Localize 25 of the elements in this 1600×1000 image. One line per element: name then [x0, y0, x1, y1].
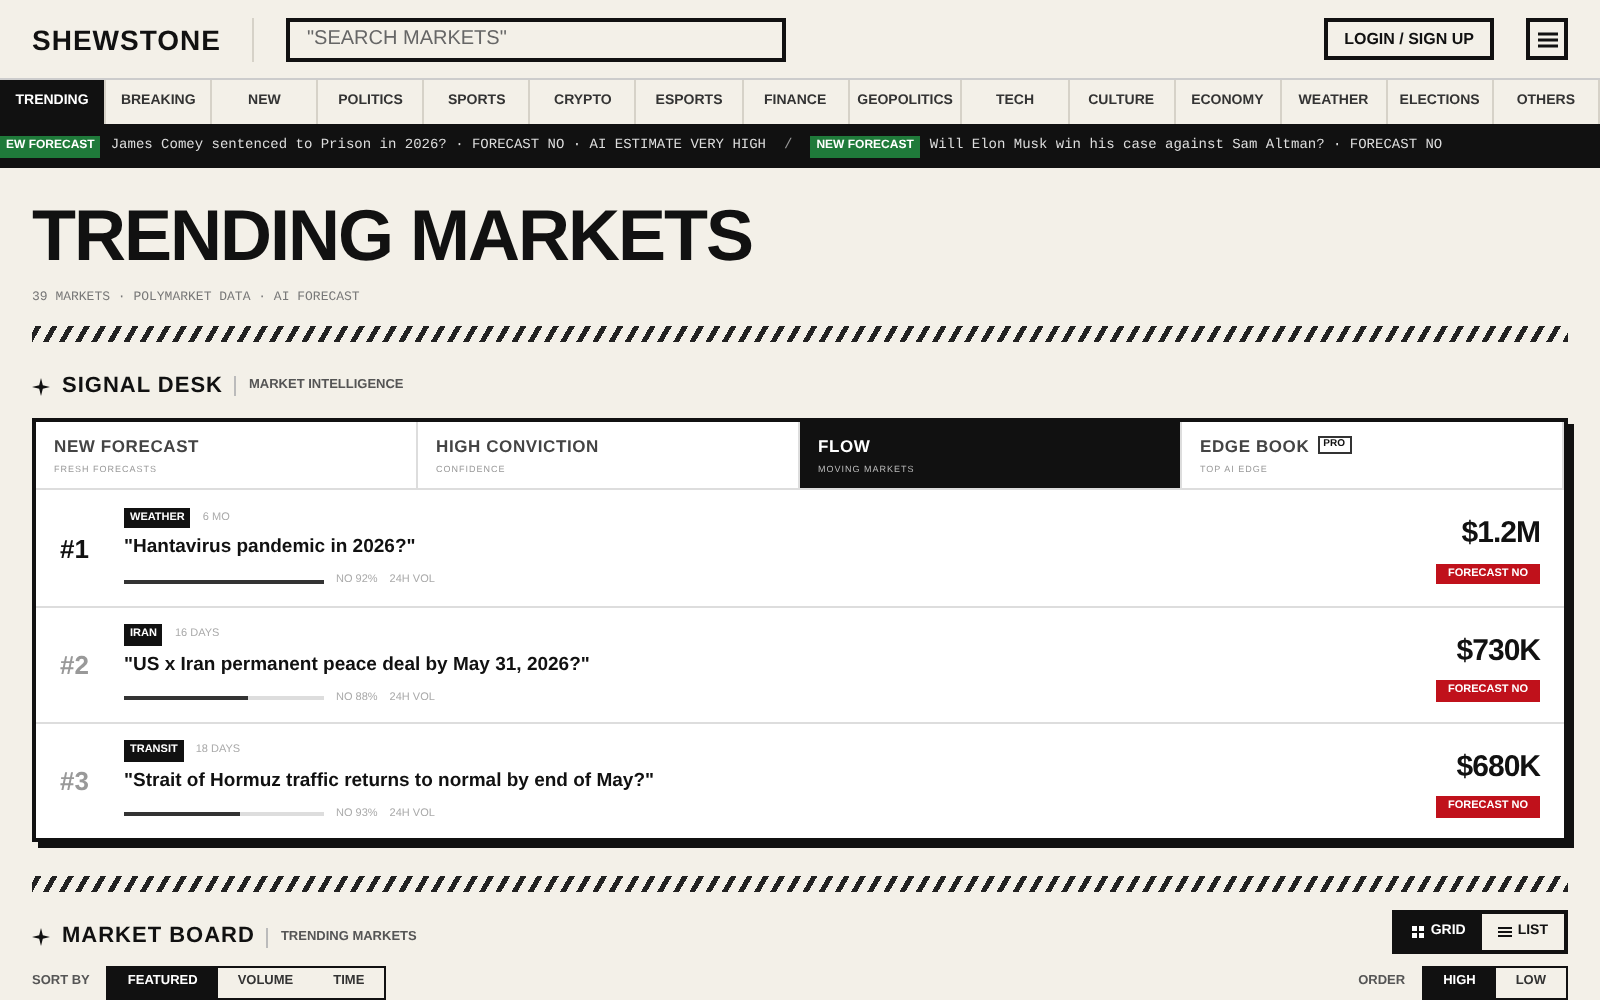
volume-amount: $1.2M	[1461, 514, 1540, 555]
sparkle-icon	[32, 928, 50, 946]
tab-label: HIGH CONVICTION	[436, 433, 599, 459]
tab-label: FLOW	[818, 433, 871, 459]
sparkle-icon	[32, 377, 50, 395]
market-question: "Hantavirus pandemic in 2026?"	[124, 534, 418, 563]
section-title: MARKET BOARD	[62, 922, 255, 953]
grid-icon	[1412, 925, 1425, 938]
tab-label: NEW FORECAST	[54, 433, 200, 459]
list-icon	[1497, 925, 1512, 938]
rank-number: #3	[60, 764, 91, 800]
volume-amount: $730K	[1456, 631, 1540, 672]
login-button[interactable]: LOGIN / SIGN UP	[1324, 18, 1494, 60]
market-question: "US x Iran permanent peace deal by May 31, 2026?"	[124, 651, 592, 680]
market-question: "Strait of Hormuz traffic returns to normal by end of May?"	[124, 767, 657, 796]
page-title: TRENDING MARKETS	[32, 196, 754, 276]
rank-number: #1	[60, 531, 91, 567]
menu-icon	[1537, 31, 1557, 47]
tab-label: EDGE BOOK	[1200, 433, 1310, 459]
volume-amount: $680K	[1456, 747, 1540, 788]
search-field[interactable]: "SEARCH MARKETS"	[286, 17, 787, 61]
menu-button[interactable]	[1526, 18, 1568, 60]
section-title: SIGNAL DESK	[62, 371, 223, 402]
rank-number: #2	[60, 648, 91, 684]
logo: SHEWSTONE	[32, 23, 221, 55]
